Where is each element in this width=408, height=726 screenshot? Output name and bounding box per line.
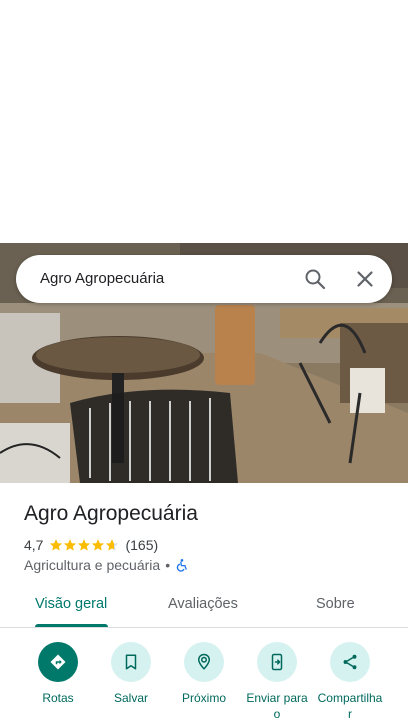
review-count[interactable]: (165) bbox=[125, 537, 158, 553]
tab-about[interactable]: Sobre bbox=[316, 596, 355, 612]
nearby-label: Próximo bbox=[181, 691, 226, 705]
category-label: Agricultura e pecuária bbox=[24, 557, 161, 573]
star-rating bbox=[49, 538, 119, 552]
star-icon bbox=[64, 539, 77, 551]
separator-dot: • bbox=[165, 557, 171, 573]
action-bar: Rotas Salvar Próximo Enviar para o Compa… bbox=[0, 640, 408, 726]
share-label: Compartilha r bbox=[317, 691, 383, 721]
search-bar[interactable]: Agro Agropecuária bbox=[16, 255, 392, 303]
blank-map-area bbox=[0, 0, 408, 243]
share-icon bbox=[330, 642, 370, 682]
tab-bar: Visão geral Avaliações Sobre bbox=[0, 586, 408, 628]
send-to-phone-icon bbox=[257, 642, 297, 682]
bookmark-icon bbox=[111, 642, 151, 682]
search-icon[interactable] bbox=[303, 267, 327, 291]
tab-reviews[interactable]: Avaliações bbox=[168, 596, 238, 612]
save-button[interactable]: Salvar bbox=[91, 640, 171, 706]
nearby-icon bbox=[184, 642, 224, 682]
star-icon bbox=[92, 539, 105, 551]
category-row: Agricultura e pecuária • bbox=[24, 556, 189, 574]
directions-label: Rotas bbox=[42, 691, 74, 705]
send-to-phone-button[interactable]: Enviar para o bbox=[237, 640, 317, 722]
rating-row[interactable]: 4,7 (165) bbox=[24, 536, 158, 554]
nearby-button[interactable]: Próximo bbox=[164, 640, 244, 706]
save-label: Salvar bbox=[113, 691, 148, 705]
close-icon[interactable] bbox=[353, 267, 377, 291]
star-half-icon bbox=[106, 539, 119, 551]
rating-value: 4,7 bbox=[24, 537, 44, 553]
search-input[interactable]: Agro Agropecuária bbox=[40, 270, 164, 287]
tab-overview[interactable]: Visão geral bbox=[35, 596, 107, 612]
send-to-phone-label: Enviar para o bbox=[246, 691, 308, 721]
directions-icon bbox=[38, 642, 78, 682]
directions-button[interactable]: Rotas bbox=[18, 640, 98, 706]
share-button[interactable]: Compartilha r bbox=[310, 640, 390, 722]
place-title: Agro Agropecuária bbox=[24, 502, 198, 525]
star-icon bbox=[78, 539, 91, 551]
star-icon bbox=[50, 539, 63, 551]
active-tab-indicator bbox=[35, 624, 108, 627]
wheelchair-accessible-icon bbox=[175, 558, 189, 572]
